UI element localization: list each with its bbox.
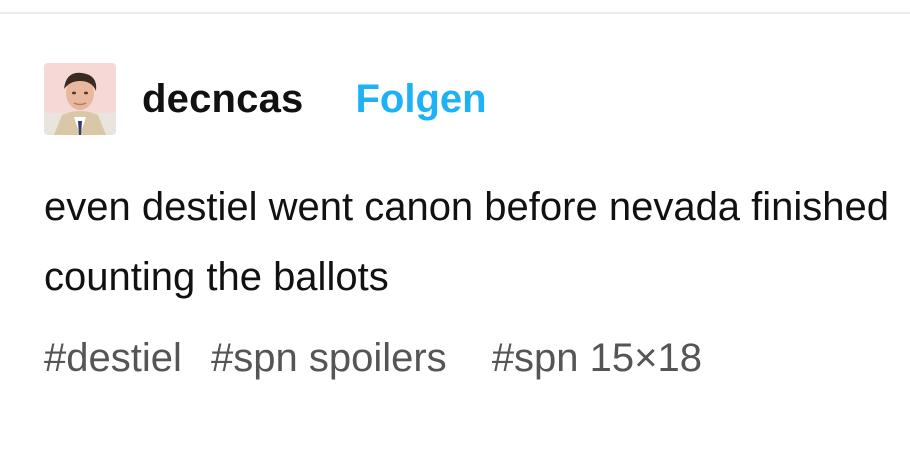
username-link[interactable]: decncas (142, 77, 304, 122)
tag-list: #destiel #spn spoilers #spn 15×18 (44, 336, 702, 381)
post-card: decncas Folgen even destiel went canon b… (0, 0, 910, 449)
tag-spn-spoilers[interactable]: #spn spoilers (211, 336, 447, 381)
post-body-text: even destiel went canon before nevada fi… (44, 185, 890, 299)
post-header: decncas Folgen (44, 62, 487, 136)
tag-spn-15x18[interactable]: #spn 15×18 (492, 336, 702, 381)
avatar-image (44, 63, 116, 135)
follow-button[interactable]: Folgen (356, 77, 487, 122)
tag-destiel[interactable]: #destiel (44, 336, 182, 381)
avatar[interactable] (44, 63, 116, 135)
